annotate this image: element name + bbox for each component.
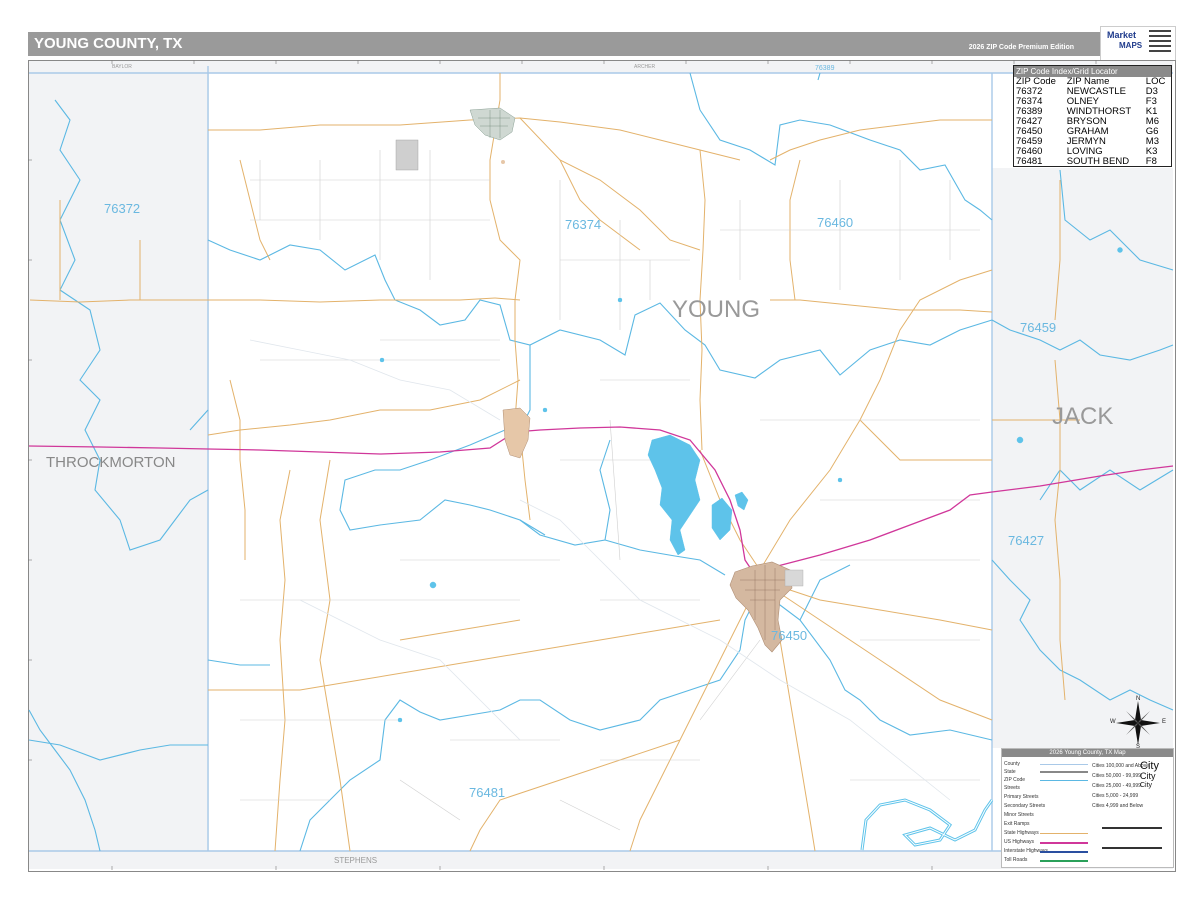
legend-line-toll <box>1040 860 1088 862</box>
county-label-young: YOUNG <box>672 296 761 323</box>
zip-index-grid: ZIP Code ZIP Name LOC 76372 NEWCASTLE D3 7… <box>1014 77 1171 167</box>
legend-row: US Highways <box>1004 839 1035 845</box>
county-label-throckmorton: THROCKMORTON <box>46 454 176 471</box>
county-label-stephens: STEPHENS <box>334 856 378 865</box>
table-row: 76481 SOUTH BEND F8 <box>1014 157 1171 167</box>
zip-label-76460: 76460 <box>817 215 854 230</box>
legend-row: Exit Ramps <box>1004 821 1030 827</box>
legend-line-zip <box>1040 780 1088 781</box>
legend-row: Streets <box>1004 785 1020 791</box>
legend-row: Primary Streets <box>1004 794 1039 800</box>
compass-n: N <box>1136 696 1141 702</box>
legend-line-state-hwy <box>1040 833 1088 834</box>
legend-scale-bar <box>1102 827 1162 829</box>
legend-city-sample-small: City <box>1140 782 1153 789</box>
city-areas <box>395 107 804 653</box>
legend-row: County <box>1004 761 1020 767</box>
legend-row: ZIP Code <box>1004 777 1026 783</box>
legend-row: Toll Roads <box>1004 857 1028 863</box>
county-label-archer: ARCHER <box>634 64 656 70</box>
legend-row: Minor Streets <box>1004 812 1034 818</box>
zip-label-76459: 76459 <box>1020 320 1057 335</box>
zip-label-76389: 76389 <box>815 65 835 72</box>
neighbor-north-fill <box>29 61 1173 73</box>
legend-city-row: Cities 25,000 - 49,999 <box>1092 783 1141 789</box>
legend-city-row: Cities 4,999 and Below <box>1092 803 1144 809</box>
zip-label-76374: 76374 <box>565 217 602 232</box>
zip-index-table: ZIP Code Index/Grid Locator ZIP Code ZIP… <box>1013 65 1172 167</box>
map-legend: 2026 Young County, TX Map County State Z… <box>1001 748 1174 868</box>
legend-line-us-hwy <box>1040 842 1088 844</box>
county-label-baylor: BAYLOR <box>112 64 132 70</box>
legend-row: Secondary Streets <box>1004 803 1046 809</box>
legend-title: 2026 Young County, TX Map <box>1002 749 1173 757</box>
legend-line-state <box>1040 771 1088 773</box>
zip-code: 76481 <box>1016 156 1043 167</box>
legend-row: State Highways <box>1004 830 1039 836</box>
graham-annex <box>784 569 804 587</box>
legend-city-row: Cities 50,000 - 99,999 <box>1092 773 1141 779</box>
newcastle-city <box>502 407 531 459</box>
legend-line-interstate <box>1040 851 1088 853</box>
legend-city-row: Cities 5,000 - 24,999 <box>1092 793 1139 799</box>
olney-city-dot <box>501 160 505 164</box>
legend-city-sample-medium: City <box>1140 771 1156 781</box>
zip-label-76481: 76481 <box>469 785 506 800</box>
legend-line-county <box>1040 764 1088 765</box>
zip-loc: F8 <box>1145 156 1157 167</box>
olney-city <box>469 107 516 141</box>
zip-name: SOUTH BEND <box>1066 156 1130 167</box>
creeks <box>249 339 951 801</box>
county-label-jack: JACK <box>1052 403 1114 430</box>
legend-row: State <box>1004 769 1016 775</box>
compass-w: W <box>1110 719 1116 725</box>
olney-airport <box>395 139 419 171</box>
zip-label-76427: 76427 <box>1008 533 1045 548</box>
zip-label-76450: 76450 <box>771 628 808 643</box>
compass-e: E <box>1162 719 1167 725</box>
legend-scale-bar-km <box>1102 847 1162 849</box>
zip-label-76372: 76372 <box>104 201 141 216</box>
neighbor-east-fill <box>992 168 1173 748</box>
